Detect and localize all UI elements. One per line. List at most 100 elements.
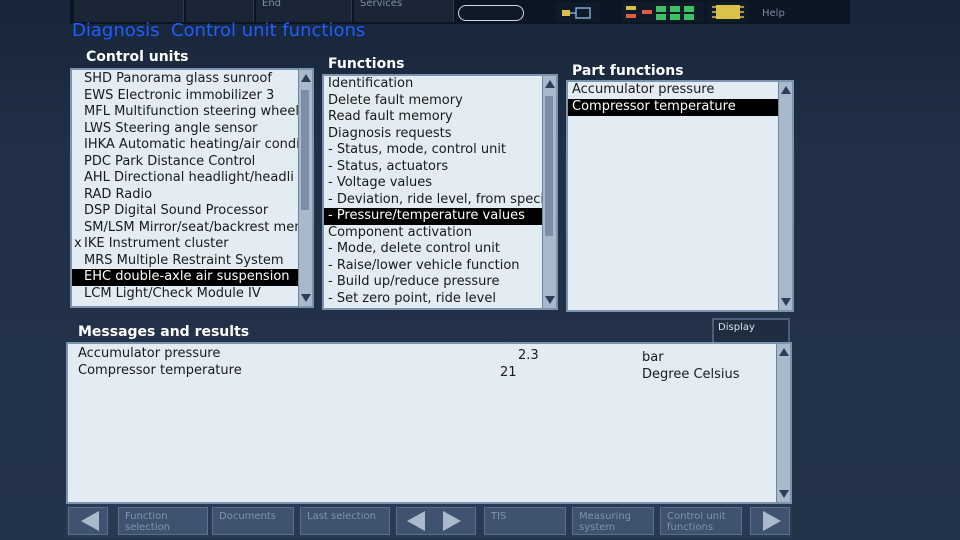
scroll-up-icon[interactable] — [545, 80, 555, 88]
control-unit-item[interactable]: RAD Radio — [72, 187, 298, 204]
scroll-down-icon[interactable] — [779, 490, 789, 498]
scroll-down-icon[interactable] — [781, 298, 791, 306]
control-unit-item[interactable]: IHKA Automatic heating/air condi — [72, 137, 298, 154]
scroll-down-icon[interactable] — [545, 296, 555, 304]
function-item[interactable]: - Deviation, ride level, from specifiec — [324, 192, 542, 209]
last-selection-button[interactable]: Last selection — [300, 507, 390, 535]
control-unit-item[interactable]: x IKE Instrument cluster — [72, 236, 298, 253]
messages-label: Messages and results — [78, 324, 250, 340]
function-item-label: Component activation — [328, 224, 472, 240]
function-item-label: - Build up/reduce pressure — [328, 274, 500, 289]
function-item[interactable]: - Status, actuators — [324, 159, 542, 176]
control-unit-item-label: MRS Multiple Restraint System — [84, 252, 284, 268]
control-unit-item-label: EHC double-axle air suspension — [84, 269, 290, 284]
function-item[interactable]: - Pressure/temperature values — [324, 208, 542, 225]
scroll-thumb[interactable] — [545, 96, 553, 236]
function-item[interactable]: Identification — [324, 76, 542, 93]
measure-device-icon[interactable] — [556, 2, 600, 22]
documents-button[interactable]: Documents — [212, 507, 294, 535]
part-function-item[interactable]: Compressor temperature — [568, 99, 778, 116]
function-item[interactable]: Delete fault memory — [324, 93, 542, 110]
function-item-label: Read fault memory — [328, 109, 453, 124]
function-item-label: - Status, actuators — [328, 158, 449, 174]
chip-icon[interactable] — [708, 2, 748, 22]
control-unit-item-label: RAD Radio — [84, 186, 153, 202]
scroll-up-icon[interactable] — [779, 348, 789, 356]
message-value-2: 21 — [500, 365, 517, 380]
display-button-label: Display — [718, 322, 755, 333]
back-button[interactable] — [68, 507, 108, 535]
function-item[interactable]: Read fault memory — [324, 109, 542, 126]
control-unit-item[interactable]: MRS Multiple Restraint System — [72, 253, 298, 270]
function-item-label: - Set zero point, ride level — [328, 290, 496, 306]
function-item-label: - Deviation, ride level, from specifiec — [328, 191, 542, 207]
cylinder-icon[interactable] — [458, 5, 524, 21]
measuring-system-button[interactable]: Measuring system — [572, 507, 654, 535]
control-unit-item[interactable]: SM/LSM Mirror/seat/backrest mem — [72, 220, 298, 237]
part-functions-scrollbar[interactable] — [778, 82, 792, 310]
control-unit-item[interactable]: AHL Directional headlight/headli — [72, 170, 298, 187]
arrow-left-icon — [407, 511, 425, 531]
control-unit-item-label: SM/LSM Mirror/seat/backrest mem — [84, 219, 298, 235]
control-unit-item[interactable]: SHD Panorama glass sunroof — [72, 71, 298, 88]
control-unit-item[interactable]: DSP Digital Sound Processor — [72, 203, 298, 220]
measuring-system-label: Measuring system — [579, 511, 632, 533]
scroll-up-icon[interactable] — [781, 86, 791, 94]
function-selection-button[interactable]: Function selection — [118, 507, 208, 535]
function-item[interactable]: - Mode, delete control unit — [324, 241, 542, 258]
arrow-right-icon — [763, 511, 781, 531]
message-unit-1: bar — [642, 350, 664, 365]
control-unit-item-label: LCM Light/Check Module IV — [84, 285, 261, 301]
control-unit-item-label: EWS Electronic immobilizer 3 — [84, 87, 275, 103]
top-button-1[interactable] — [74, 0, 184, 22]
messages-scrollbar[interactable] — [776, 344, 790, 502]
scroll-up-icon[interactable] — [301, 74, 311, 82]
function-item[interactable]: - Build up/reduce pressure — [324, 274, 542, 291]
display-button[interactable]: Display — [712, 318, 790, 344]
function-item-label: Delete fault memory — [328, 92, 463, 108]
function-selection-label: Function selection — [125, 511, 170, 533]
tis-button[interactable]: TIS — [484, 507, 566, 535]
control-unit-item[interactable]: MFL Multifunction steering wheel — [72, 104, 298, 121]
function-item-label: - Status, mode, control unit — [328, 142, 507, 157]
functions-scrollbar[interactable] — [542, 76, 556, 308]
control-unit-item-label: DSP Digital Sound Processor — [84, 203, 269, 218]
control-unit-functions-button[interactable]: Control unit functions — [660, 507, 742, 535]
forward-button[interactable] — [750, 507, 790, 535]
control-unit-item-label: IKE Instrument cluster — [84, 236, 229, 251]
control-unit-item[interactable]: EHC double-axle air suspension — [72, 269, 298, 286]
control-units-scrollbar[interactable] — [298, 70, 312, 306]
arrow-right-icon — [443, 511, 461, 531]
scroll-down-icon[interactable] — [301, 294, 311, 302]
control-unit-item-label: LWS Steering angle sensor — [84, 120, 258, 136]
part-function-item-label: Compressor temperature — [572, 99, 736, 114]
help-label: Help — [762, 8, 785, 19]
function-item[interactable]: - Raise/lower vehicle function — [324, 258, 542, 275]
control-unit-item[interactable]: LCM Light/Check Module IV — [72, 286, 298, 303]
top-button-2[interactable] — [186, 0, 254, 22]
services-button[interactable]: Services — [354, 0, 454, 22]
control-unit-item[interactable]: LWS Steering angle sensor — [72, 121, 298, 138]
functions-list[interactable]: Identification Delete fault memory Read fa… — [322, 74, 558, 310]
control-unit-item[interactable]: PDC Park Distance Control — [72, 154, 298, 171]
message-name-2: Compressor temperature — [78, 363, 242, 378]
function-item[interactable]: - Voltage values — [324, 175, 542, 192]
part-function-item[interactable]: Accumulator pressure — [568, 82, 778, 99]
function-item[interactable]: Diagnosis requests — [324, 126, 542, 143]
control-units-list[interactable]: SHD Panorama glass sunroof EWS Electronic… — [70, 68, 314, 308]
end-button[interactable]: End — [256, 0, 352, 22]
page-nav-button[interactable] — [396, 507, 476, 535]
scroll-thumb[interactable] — [301, 90, 309, 210]
function-item[interactable]: - Set zero point, ride level — [324, 291, 542, 308]
help-button[interactable]: Help — [762, 8, 785, 19]
control-unit-item-label: PDC Park Distance Control — [84, 153, 256, 169]
function-item-label: Diagnosis requests — [328, 125, 452, 141]
control-unit-item[interactable]: EWS Electronic immobilizer 3 — [72, 88, 298, 105]
control-units-label: Control units — [86, 49, 189, 65]
function-item-label: - Voltage values — [328, 175, 432, 190]
part-functions-list[interactable]: Accumulator pressure Compressor temperatu… — [566, 80, 794, 312]
function-item[interactable]: - Status, mode, control unit — [324, 142, 542, 159]
function-item[interactable]: Component activation — [324, 225, 542, 242]
message-value-1: 2.3 — [518, 348, 539, 363]
checked-mark: x — [74, 236, 82, 251]
